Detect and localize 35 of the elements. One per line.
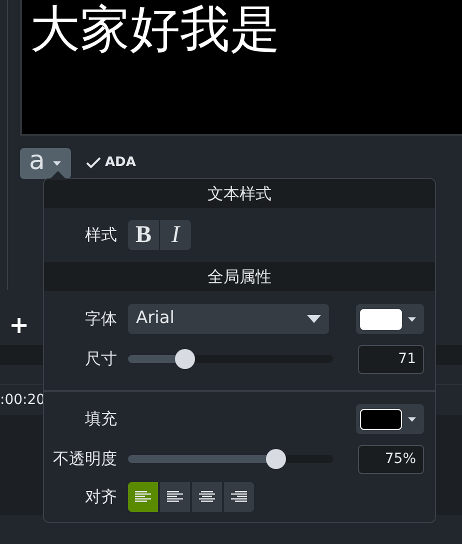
align-button[interactable] bbox=[224, 482, 254, 512]
align-icon bbox=[231, 491, 247, 503]
field-label: 样式 bbox=[84, 224, 118, 246]
field-label: 不透明度 bbox=[52, 448, 118, 470]
italic-button[interactable]: I bbox=[160, 220, 191, 250]
align-icon bbox=[199, 491, 215, 503]
caret-icon bbox=[408, 416, 416, 422]
field-label: 尺寸 bbox=[84, 348, 118, 370]
caret-icon bbox=[408, 316, 416, 322]
caret-icon bbox=[307, 315, 321, 323]
value-field[interactable]: 71 bbox=[358, 344, 424, 374]
text-style-button[interactable]: a bbox=[20, 148, 71, 178]
align-button[interactable] bbox=[160, 482, 190, 512]
slider[interactable] bbox=[128, 348, 333, 370]
align-icon bbox=[135, 491, 151, 503]
field-label: 对齐 bbox=[84, 486, 118, 508]
add-track-button[interactable]: + bbox=[9, 307, 30, 343]
slider-thumb[interactable] bbox=[175, 349, 196, 369]
section-header: 全局属性 bbox=[44, 262, 435, 291]
caret-icon bbox=[52, 160, 61, 166]
bold-button[interactable]: B bbox=[128, 220, 159, 250]
align-icon bbox=[167, 491, 183, 503]
font-dropdown[interactable]: Arial bbox=[128, 304, 329, 334]
ada-toggle[interactable]: ADA bbox=[86, 153, 136, 173]
timecode: :00:20 bbox=[0, 390, 46, 410]
slider[interactable] bbox=[128, 448, 333, 470]
section-header: 文本样式 bbox=[44, 179, 435, 208]
value-field[interactable]: 75% bbox=[358, 444, 424, 474]
slider-thumb[interactable] bbox=[266, 449, 286, 469]
field-label: 填充 bbox=[84, 408, 118, 430]
caption-text: 大家好我是 bbox=[30, 4, 281, 54]
align-button[interactable] bbox=[192, 482, 222, 512]
field-label: 字体 bbox=[84, 308, 118, 330]
color-picker[interactable] bbox=[356, 304, 424, 334]
color-picker[interactable] bbox=[356, 404, 424, 434]
